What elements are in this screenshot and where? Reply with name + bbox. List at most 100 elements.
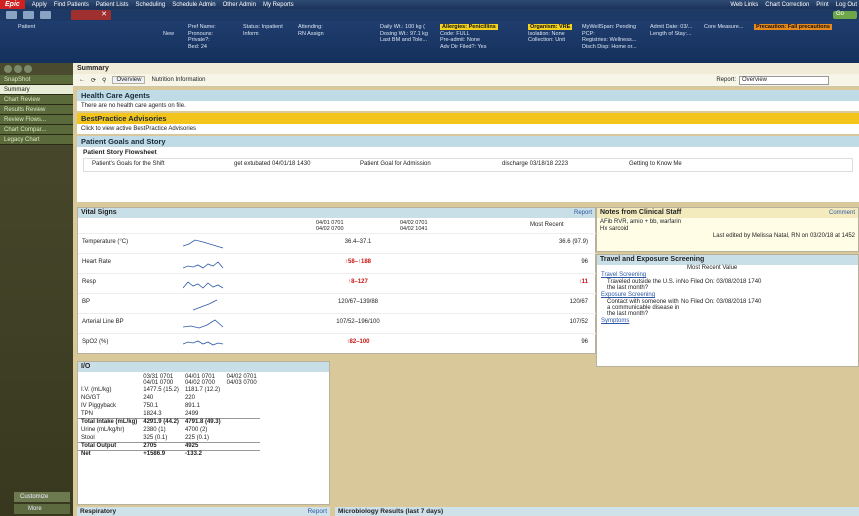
goal-admission-label: Patient Goal for Admission [360,161,431,167]
organism-badge[interactable]: Organism: VRE [528,24,573,30]
adv-dir: Adv Dir Filed?: Yes [440,43,487,50]
respiratory-title: Respiratory [80,508,117,515]
io-row: Urine (mL/kg/hr) 2380 (1) 4700 (2) [81,427,208,433]
rn-assign: RN Assign [298,30,324,37]
history-icon[interactable] [24,65,32,73]
note-edited: Last edited by Melissa Natal, RN on 03/2… [712,233,855,239]
vital-sparkline [183,261,224,269]
menu-find-patients[interactable]: Find Patients [54,2,89,8]
forward-icon[interactable] [14,65,22,73]
sidebar-item-snapshot[interactable]: SnapShot [0,75,73,85]
precaution-badge[interactable]: Precaution: Fall precautions [754,24,832,30]
travel-screening-link[interactable]: Travel Screening [597,271,858,279]
travel-q1: Traveled outside the U.S. in the last mo… [597,279,858,291]
activity-sidebar: SnapShot Summary Chart Review Results Re… [0,63,73,516]
symptoms-link[interactable]: Symptoms [597,317,858,325]
customize-button[interactable]: Customize [14,492,70,502]
vital-signs-panel: Vital Signs Report 04/01 0701 04/02 0700 0… [77,207,596,354]
io-title: I/O [81,363,91,370]
list-icon[interactable] [40,11,51,19]
epic-menu-button[interactable]: Epic [0,0,25,9]
search-button[interactable]: Go [833,11,857,19]
menu-other-admin[interactable]: Other Admin [223,2,256,8]
admit-date: Admit Date: 03/... [650,24,693,30]
back-arrow-icon[interactable]: ← [79,77,85,83]
comment-link[interactable]: Comment [829,208,858,218]
section-title: Patient Goals and Story [77,136,859,147]
travel-q2: Contact with someone with a communicable… [597,299,858,317]
home-icon[interactable] [6,11,17,19]
vitals-row: SpO2 (%) ↑82–100 96 [78,333,596,353]
vital-name: Arterial Line BP [82,319,124,325]
vital-name: Heart Rate [82,259,112,265]
allergy-block: Allergies: Penicillins Code: FULL Pre-ad… [440,24,498,50]
total-output-row: Total Output 2705 4925 [78,441,260,450]
refresh-icon[interactable]: ⟳ [91,77,96,84]
goals-sub: Patient Story Flowsheet [83,149,157,156]
menu-patient-lists[interactable]: Patient Lists [96,2,129,8]
menu-print[interactable]: Print [816,2,828,8]
sidebar-item-chart-review[interactable]: Chart Review [0,95,73,105]
menu-web-links[interactable]: Web Links [730,2,758,8]
inform[interactable]: Inform [243,31,283,38]
goal-shift-value: get extubated 04/01/18 1430 [234,161,311,167]
close-icon[interactable]: ✕ [101,11,107,18]
menu-scheduling[interactable]: Scheduling [136,2,166,8]
travel-a2: No Filed On: 03/08/2018 1740 [681,299,762,305]
nutrition-button[interactable]: Nutrition Information [151,77,205,83]
status-block: Status: Inpatient Inform [243,24,283,37]
goals-section: Patient Goals and Story Patient Story Fl… [77,136,859,202]
back-icon[interactable] [4,65,12,73]
respiratory-report-link[interactable]: Report [307,507,330,516]
vitals-row: BP 120/67–139/88 120/67 [78,293,596,313]
vitals-row: Arterial Line BP 107/52–196/100 107/52 [78,313,596,333]
vital-recent: 120/67 [569,299,588,305]
epic-window: Epic Apply Find Patients Patient Lists S… [0,0,859,516]
vitals-report-link[interactable]: Report [574,208,595,218]
binoculars-icon[interactable]: ⚲ [102,77,106,84]
vital-recent: 36.6 (97.9) [558,239,588,245]
daily-weight: Daily Wt.: 100 kg ( [380,24,425,30]
patient-header: Patient New Pref Name: Pronouns: Private… [0,21,859,63]
patient-tab[interactable]: ✕ [71,10,111,20]
exposure-screening-link[interactable]: Exposure Screening [597,291,858,299]
menu-my-reports[interactable]: My Reports [263,2,294,8]
note-line-1: AFib RVR, amio + bb, warfarin [600,219,682,225]
page-title: Summary [73,63,859,74]
sidebar-item-chart-compare[interactable]: Chart Compar... [0,125,73,135]
io-row: NG/GT 240 220 [81,395,195,401]
more-button[interactable]: More [14,504,70,514]
sidebar-item-results-review[interactable]: Results Review [0,105,73,115]
overview-button[interactable]: Overview [112,76,146,84]
goal-shift-label: Patient's Goals for the Shift [92,161,165,167]
sidebar-item-review-flows[interactable]: Review Flows... [0,115,73,125]
menu-schedule-admin[interactable]: Schedule Admin [172,2,215,8]
summary-toolbar: ← ⟳ ⚲ Overview Nutrition Information Rep… [73,74,859,87]
vitals-title: Vital Signs [81,209,117,216]
allergies-badge[interactable]: Allergies: Penicillins [440,24,498,30]
report-select[interactable]: Overview [739,75,829,85]
menu-log-out[interactable]: Log Out [836,2,857,8]
menu-apply[interactable]: Apply [32,2,47,8]
io-table: 03/31 0701 04/01 0700 04/01 0701 04/02 0700… [78,374,260,458]
goal-admission-value: discharge 03/18/18 2223 [502,161,569,167]
bpa-link[interactable]: Click to view active BestPractice Adviso… [77,124,859,134]
sidebar-item-summary[interactable]: Summary [0,85,73,95]
disch-disp: Disch Disp: Home or... [582,43,637,50]
io-row: Stool 325 (0.1) 225 (0.1) [81,434,209,441]
goals-row: Patient's Goals for the Shift get extuba… [83,158,853,172]
vitals-range-2: 04/02 0701 04/02 1041 [400,220,428,232]
io-row: IV Piggyback 750.1 891.1 [81,403,200,409]
io-col-3: 04/02 0701 04/03 0700 [226,374,257,386]
sidebar-item-legacy-chart[interactable]: Legacy Chart [0,135,73,145]
travel-title: Travel and Exposure Screening [600,256,705,263]
menu-chart-correction[interactable]: Chart Correction [765,2,809,8]
vitals-most-recent-header: Most Recent [530,222,564,228]
travel-q1-text: Traveled outside the U.S. in the last mo… [607,279,681,291]
menu-bar: Epic Apply Find Patients Patient Lists S… [0,0,859,9]
schedule-icon[interactable] [23,11,34,19]
vitals-row: Resp ↑8–127 ↑11 [78,273,596,293]
attending-block: Attending: RN Assign [298,24,324,37]
tab-bar: ✕ Go [0,9,859,21]
bed: Bed: 24 [188,43,207,50]
